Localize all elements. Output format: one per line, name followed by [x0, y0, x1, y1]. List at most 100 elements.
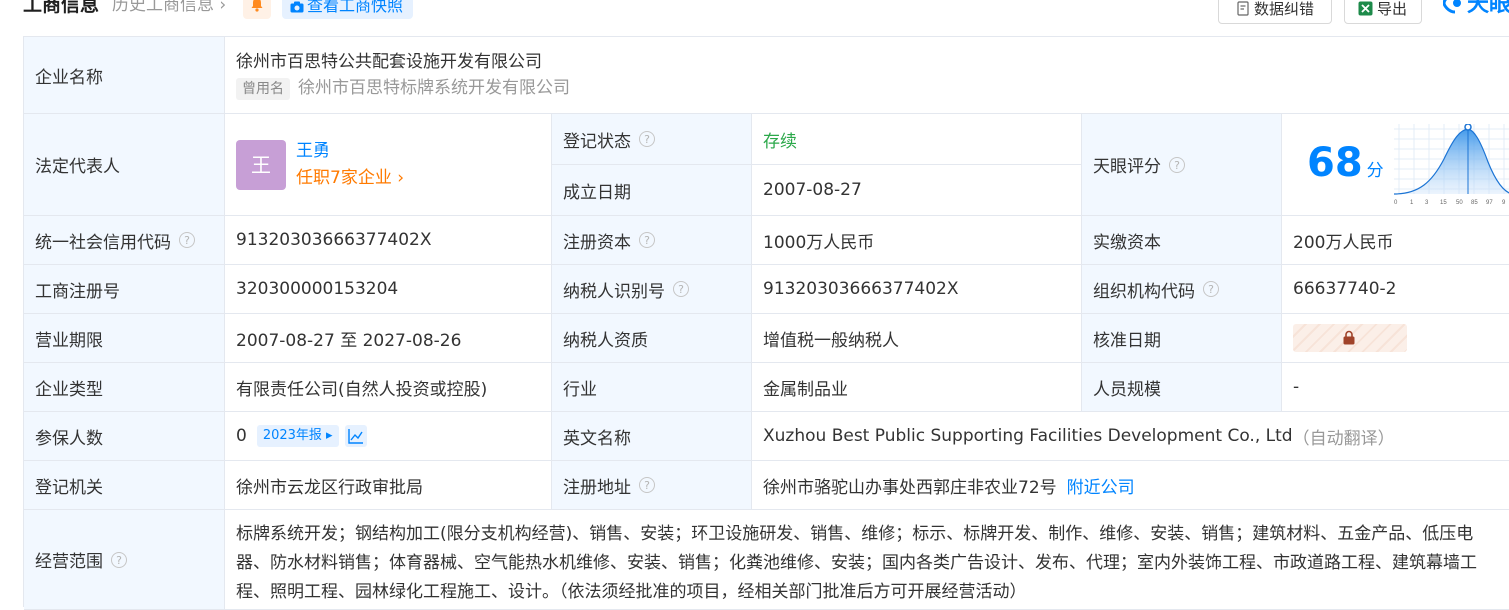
company-type-label: 企业类型 — [24, 363, 225, 412]
axis-tick: 50 — [1456, 200, 1463, 206]
reg-status-label-text: 登记状态 — [563, 131, 631, 152]
axis-tick: 0 — [1394, 200, 1398, 206]
score-distribution-chart: 0 1 3 15 50 85 97 9 — [1394, 124, 1509, 206]
legal-rep-info: 王勇 任职7家企业 › — [296, 138, 404, 192]
legal-rep-cell: 王 王勇 任职7家企业 › — [225, 114, 552, 216]
org-code-label-text: 组织机构代码 — [1093, 281, 1195, 302]
former-name-row: 曾用名 徐州市百思特标牌系统开发有限公司 — [236, 75, 570, 101]
score-unit: 分 — [1366, 161, 1384, 181]
help-icon[interactable]: ? — [639, 131, 655, 147]
score-cell: 68 分 0 1 3 15 50 85 97 9 — [1282, 114, 1509, 216]
history-link[interactable]: 历史工商信息 › — [112, 0, 226, 18]
business-info-table: 企业名称 徐州市百思特公共配套设施开发有限公司 曾用名 徐州市百思特标牌系统开发有… — [23, 36, 1509, 610]
legal-rep-name-link[interactable]: 王勇 — [296, 138, 404, 165]
bell-button[interactable] — [243, 0, 271, 19]
found-date-value: 2007-08-27 — [752, 165, 1082, 216]
reg-capital-value: 1000万人民币 — [752, 216, 1082, 265]
help-icon[interactable]: ? — [673, 281, 689, 297]
english-name-label-text: 英文名称 — [563, 428, 631, 449]
insured-label: 参保人数 — [24, 412, 225, 461]
scope-label: 经营范围? — [24, 510, 225, 610]
brand-text: 天眼 — [1467, 0, 1509, 17]
former-name-tag: 曾用名 — [236, 77, 290, 100]
legal-rep-label: 法定代表人 — [24, 114, 225, 216]
staff-size-value: - — [1282, 363, 1509, 412]
former-name: 徐州市百思特标牌系统开发有限公司 — [298, 77, 570, 98]
snapshot-button-label: 查看工商快照 — [307, 0, 404, 15]
address-value: 徐州市骆驼山办事处西郭庄非农业72号 — [763, 477, 1057, 498]
legal-rep-positions-text: 任职7家企业 — [296, 167, 392, 188]
scope-line: 器、防水材料销售；体育器械、空气能热水机维修、安装、销售；化粪池维修、安装；国内… — [236, 553, 1477, 573]
correct-data-label: 数据纠错 — [1254, 0, 1315, 18]
reg-no-label: 工商注册号 — [24, 265, 225, 314]
score-value: 68 — [1307, 140, 1363, 186]
company-name-label: 企业名称 — [24, 37, 225, 114]
trend-chart-button[interactable] — [344, 425, 367, 447]
caret-right-icon: ▸ — [321, 428, 333, 443]
score-display: 68 分 — [1307, 140, 1384, 186]
term-label-text: 营业期限 — [35, 330, 103, 351]
help-icon[interactable]: ? — [179, 232, 195, 248]
found-date-label: 成立日期 — [552, 165, 752, 216]
english-name-cell: Xuzhou Best Public Supporting Facilities… — [752, 412, 1509, 461]
reg-capital-label-text: 注册资本 — [563, 232, 631, 253]
reg-status-label: 登记状态? — [552, 114, 752, 165]
taxpayer-id-label-text: 纳税人识别号 — [563, 281, 665, 302]
taxpayer-type-label-text: 纳税人资质 — [563, 330, 648, 351]
history-link-label: 历史工商信息 — [112, 0, 214, 15]
chevron-right-icon: › — [391, 167, 405, 188]
insured-cell: 0 2023年报 ▸ — [225, 412, 552, 461]
industry-value: 金属制品业 — [752, 363, 1082, 412]
approve-date-cell — [1282, 314, 1509, 363]
scope-label-text: 经营范围 — [35, 552, 103, 572]
industry-label-text: 行业 — [563, 379, 597, 400]
export-button[interactable]: 导出 — [1344, 0, 1422, 24]
section-title: 工商信息 — [23, 0, 100, 16]
lock-icon — [1343, 330, 1355, 345]
excel-icon — [1358, 1, 1373, 16]
score-label-text: 天眼评分 — [1093, 157, 1161, 177]
trend-chart-icon — [347, 429, 363, 444]
insured-label-text: 参保人数 — [35, 428, 103, 449]
taxpayer-type-label: 纳税人资质 — [552, 314, 752, 363]
reg-no-value: 320300000153204 — [225, 265, 552, 314]
help-icon[interactable]: ? — [639, 232, 655, 248]
reg-no-label-text: 工商注册号 — [35, 281, 120, 302]
bell-icon — [251, 0, 263, 12]
camera-icon — [290, 1, 304, 13]
paid-capital-value: 200万人民币 — [1282, 216, 1509, 265]
help-icon[interactable]: ? — [639, 477, 655, 493]
address-cell: 徐州市骆驼山办事处西郭庄非农业72号 附近公司 — [752, 461, 1509, 510]
auto-translate-note: （自动翻译） — [1292, 428, 1395, 449]
org-code-label: 组织机构代码? — [1082, 265, 1282, 314]
axis-tick: 1 — [1410, 200, 1414, 206]
annual-report-tag[interactable]: 2023年报 ▸ — [256, 425, 339, 447]
document-edit-icon — [1237, 1, 1249, 16]
help-icon[interactable]: ? — [1203, 281, 1219, 297]
authority-value: 徐州市云龙区行政审批局 — [225, 461, 552, 510]
approve-date-label-text: 核准日期 — [1093, 330, 1161, 351]
credit-code-value: 91320303666377402X — [225, 216, 552, 265]
company-name-label-text: 企业名称 — [35, 67, 103, 88]
legal-rep-positions-link[interactable]: 任职7家企业 › — [296, 165, 404, 192]
paid-capital-label-text: 实缴资本 — [1093, 232, 1161, 253]
snapshot-button[interactable]: 查看工商快照 — [282, 0, 414, 19]
nearby-companies-link[interactable]: 附近公司 — [1067, 473, 1135, 498]
english-name-label: 英文名称 — [552, 412, 752, 461]
locked-value[interactable] — [1293, 324, 1407, 352]
help-icon[interactable]: ? — [111, 551, 127, 568]
term-value: 2007-08-27 至 2027-08-26 — [225, 314, 552, 363]
help-icon[interactable]: ? — [1169, 156, 1185, 173]
reg-status-value: 存续 — [752, 114, 1082, 165]
section-header: 工商信息 历史工商信息 › 查看工商快照 数据纠错 导出 天眼 — [0, 0, 1509, 30]
company-type-value: 有限责任公司(自然人投资或控股) — [225, 363, 552, 412]
axis-tick: 9 — [1502, 200, 1506, 206]
insured-value: 0 — [236, 426, 247, 446]
term-label: 营业期限 — [24, 314, 225, 363]
correct-data-button[interactable]: 数据纠错 — [1218, 0, 1332, 24]
address-label-text: 注册地址 — [563, 477, 631, 498]
authority-label: 登记机关 — [24, 461, 225, 510]
score-label: 天眼评分? — [1082, 114, 1282, 216]
industry-label: 行业 — [552, 363, 752, 412]
legal-rep-label-text: 法定代表人 — [35, 157, 120, 177]
